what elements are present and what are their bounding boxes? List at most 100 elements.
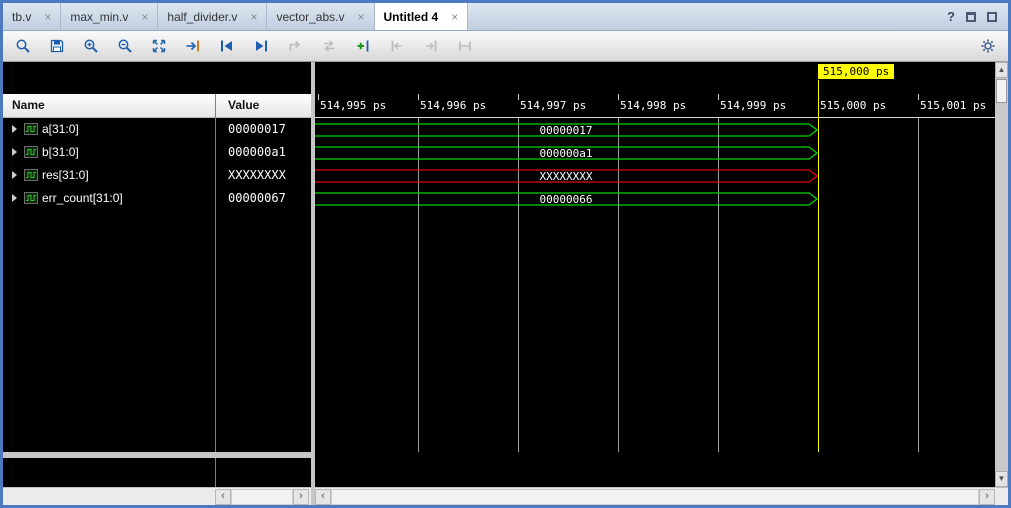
signal-name: b[31:0] — [42, 145, 79, 159]
bus-wave-icon — [24, 192, 38, 204]
scroll-up-button[interactable]: ▲ — [995, 62, 1008, 78]
scroll-right-button[interactable]: › — [293, 489, 309, 505]
zoom-to-cursor-icon — [185, 38, 201, 54]
tab-label: max_min.v — [70, 10, 128, 24]
snap-to-transition-icon — [457, 38, 473, 54]
swap-cursors-icon — [321, 38, 337, 54]
wave-canvas[interactable]: 515,000 ps 514,995 ps 514,996 ps 514,997… — [315, 62, 995, 487]
signal-rows: a[31:0] 00000017 b[31:0] 000000a1 — [3, 118, 311, 452]
time-ruler[interactable]: 514,995 ps 514,996 ps 514,997 ps 514,998… — [315, 94, 995, 118]
signal-panel-hscrollbar[interactable]: ‹ › — [3, 487, 311, 505]
zoom-fit-icon — [151, 38, 167, 54]
add-marker-button[interactable] — [355, 38, 371, 54]
scroll-right-button[interactable]: › — [979, 489, 995, 505]
next-marker-icon — [423, 38, 439, 54]
name-column-header: Name — [12, 98, 45, 112]
tab-untitled-4[interactable]: Untitled 4 × — [375, 3, 469, 30]
bus-wave-icon — [24, 123, 38, 135]
tab-close-icon[interactable]: × — [141, 10, 148, 24]
zoom-to-cursor-button[interactable] — [185, 38, 201, 54]
signal-row-res[interactable]: res[31:0] XXXXXXXX — [3, 164, 311, 187]
wave-area: 515,000 ps 514,995 ps 514,996 ps 514,997… — [315, 62, 995, 505]
zoom-in-icon — [83, 38, 99, 54]
zoom-out-button[interactable] — [117, 38, 133, 54]
scroll-down-button[interactable]: ▼ — [995, 471, 1008, 487]
bus-value-label: 00000017 — [540, 124, 593, 137]
signal-name: res[31:0] — [42, 168, 89, 182]
signal-row-err-count[interactable]: err_count[31:0] 00000067 — [3, 187, 311, 210]
scroll-thumb[interactable] — [996, 79, 1007, 103]
save-button[interactable] — [49, 38, 65, 54]
panel-horizontal-splitter[interactable] — [3, 452, 311, 458]
search-icon — [15, 38, 31, 54]
expand-chevron-icon[interactable] — [12, 194, 17, 202]
scrollbar-corner — [995, 487, 1008, 505]
signal-value: 00000067 — [228, 191, 286, 205]
tab-close-icon[interactable]: × — [358, 10, 365, 24]
signal-row-a[interactable]: a[31:0] 00000017 — [3, 118, 311, 141]
swap-cursors-button — [321, 38, 337, 54]
scroll-left-button[interactable]: ‹ — [215, 489, 231, 505]
tab-close-icon[interactable]: × — [44, 10, 51, 24]
wave-toolbar — [3, 31, 1008, 62]
scroll-thumb[interactable] — [331, 489, 979, 505]
time-tick-label: 515,000 ps — [820, 99, 886, 112]
next-transition-icon — [253, 38, 269, 54]
add-marker-icon — [355, 38, 371, 54]
bus-waveform-b: 000000a1 — [315, 146, 818, 160]
ruler-tick — [918, 94, 919, 100]
tab-half-divider-v[interactable]: half_divider.v × — [158, 3, 267, 30]
cursor-time-flag[interactable]: 515,000 ps — [818, 64, 894, 79]
maximize-window-icon[interactable] — [987, 12, 997, 22]
zoom-in-button[interactable] — [83, 38, 99, 54]
signal-panel-header: Name Value — [3, 94, 311, 118]
bus-value-label: XXXXXXXX — [540, 170, 593, 183]
gridline — [918, 118, 919, 452]
previous-marker-icon — [389, 38, 405, 54]
previous-transition-icon — [219, 38, 235, 54]
bus-wave-icon — [24, 169, 38, 181]
expand-chevron-icon[interactable] — [12, 148, 17, 156]
tab-label: half_divider.v — [167, 10, 237, 24]
waveform-viewer-window: tb.v × max_min.v × half_divider.v × vect… — [0, 0, 1011, 508]
bus-wave-icon — [24, 146, 38, 158]
bus-value-label: 00000066 — [540, 193, 593, 206]
search-button[interactable] — [15, 38, 31, 54]
previous-transition-button[interactable] — [219, 38, 235, 54]
tab-close-icon[interactable]: × — [250, 10, 257, 24]
help-icon[interactable]: ? — [947, 9, 955, 24]
time-tick-label: 514,998 ps — [620, 99, 686, 112]
save-icon — [49, 38, 65, 54]
scroll-track[interactable] — [231, 489, 293, 505]
signal-row-b[interactable]: b[31:0] 000000a1 — [3, 141, 311, 164]
wave-hscrollbar[interactable]: ‹ › — [315, 487, 995, 505]
signal-panel: Name Value a[31:0] 00000017 — [3, 62, 311, 505]
settings-gear-icon — [980, 38, 996, 54]
ruler-tick — [418, 94, 419, 100]
time-tick-label: 515,001 ps — [920, 99, 986, 112]
wave-vscrollbar[interactable]: ▲ ▼ — [995, 62, 1008, 505]
snap-to-transition-button — [457, 38, 473, 54]
ruler-tick — [618, 94, 619, 100]
tab-vector-abs-v[interactable]: vector_abs.v × — [267, 3, 374, 30]
signal-value: XXXXXXXX — [228, 168, 286, 182]
expand-chevron-icon[interactable] — [12, 125, 17, 133]
expand-chevron-icon[interactable] — [12, 171, 17, 179]
wave-window-content: Name Value a[31:0] 00000017 — [3, 62, 1008, 505]
zoom-fit-button[interactable] — [151, 38, 167, 54]
name-value-column-divider[interactable] — [215, 94, 216, 487]
settings-button[interactable] — [980, 38, 996, 54]
time-tick-label: 514,999 ps — [720, 99, 786, 112]
zoom-out-icon — [117, 38, 133, 54]
bus-waveform-a: 00000017 — [315, 123, 818, 137]
value-column-header: Value — [228, 98, 259, 112]
signal-name: a[31:0] — [42, 122, 79, 136]
tab-tb-v[interactable]: tb.v × — [3, 3, 61, 30]
time-cursor-line[interactable] — [818, 80, 819, 452]
scroll-left-button[interactable]: ‹ — [315, 489, 331, 505]
tab-max-min-v[interactable]: max_min.v × — [61, 3, 158, 30]
next-transition-button[interactable] — [253, 38, 269, 54]
time-tick-label: 514,996 ps — [420, 99, 486, 112]
tab-close-icon[interactable]: × — [451, 10, 458, 24]
float-window-icon[interactable] — [966, 12, 976, 22]
